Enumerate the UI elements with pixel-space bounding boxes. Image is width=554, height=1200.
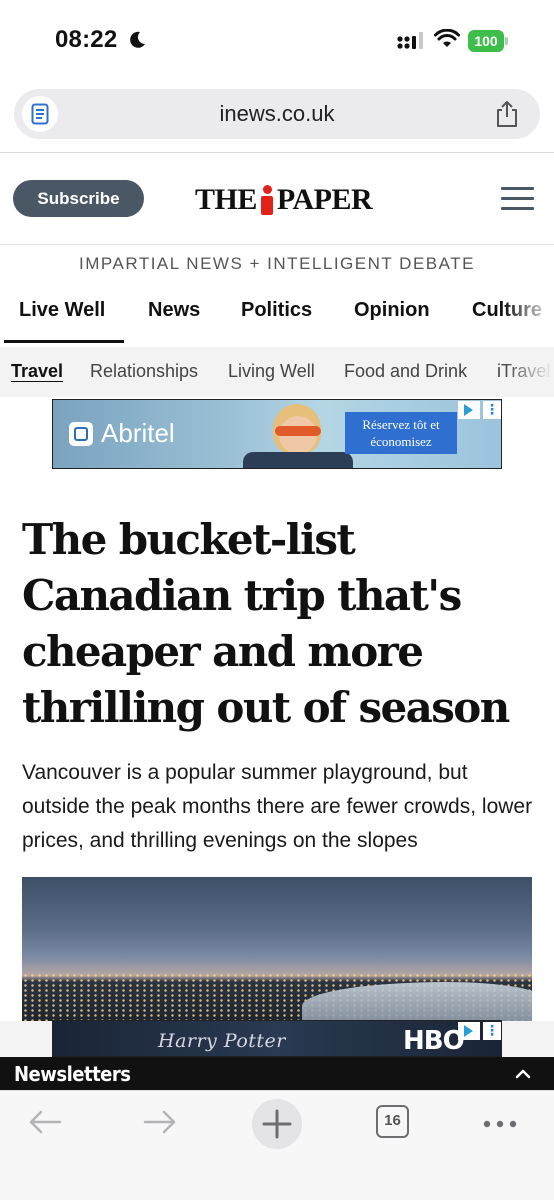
sub-nav: Travel Relationships Living Well Food an…	[0, 347, 554, 397]
sub-nav-relationships[interactable]: Relationships	[90, 361, 198, 382]
logo-text-the: THE	[195, 183, 257, 216]
chevron-up-icon[interactable]	[514, 1065, 532, 1083]
advertisement-banner-bottom[interactable]: Harry Potter HBO ⋮	[52, 1020, 502, 1057]
nav-item-news[interactable]: News	[148, 299, 200, 322]
article-standfirst: Vancouver is a popular summer playground…	[22, 761, 533, 852]
adchoices-icon[interactable]	[458, 401, 480, 419]
status-bar: 08:22 100	[0, 0, 554, 80]
ad-image	[243, 400, 353, 468]
browser-toolbar: 16	[0, 1090, 554, 1200]
main-nav: Live Well News Politics Opinion Culture	[0, 296, 554, 344]
ad-cta-line1: Réservez tôt et	[362, 417, 440, 432]
tabs-button[interactable]: 16	[376, 1105, 409, 1138]
ad-cta-button[interactable]: Réservez tôt et économisez	[345, 412, 457, 454]
moon-icon	[130, 31, 145, 48]
share-icon[interactable]	[494, 100, 520, 128]
article-hero-image[interactable]	[22, 877, 532, 1022]
forward-arrow-icon[interactable]	[143, 1110, 177, 1134]
wifi-icon	[434, 29, 460, 47]
newsletters-label: Newsletters	[14, 1062, 131, 1086]
sub-nav-food-and-drink[interactable]: Food and Drink	[344, 361, 467, 382]
nav-item-politics[interactable]: Politics	[241, 299, 312, 322]
site-logo[interactable]: THE PAPER	[195, 182, 373, 218]
cellular-signal-icon	[397, 32, 423, 49]
sub-nav-fade	[504, 347, 554, 397]
ad-options-icon[interactable]: ⋮	[483, 401, 501, 419]
subscribe-button[interactable]: Subscribe	[13, 180, 144, 217]
menu-icon[interactable]	[501, 187, 534, 211]
active-nav-indicator	[4, 340, 124, 343]
ad-title: Harry Potter	[158, 1030, 286, 1052]
abritel-logo-icon	[69, 422, 93, 446]
nav-item-live-well[interactable]: Live Well	[19, 299, 105, 322]
nav-fade	[504, 296, 554, 340]
ad-options-icon[interactable]: ⋮	[483, 1022, 501, 1040]
battery-tip	[505, 37, 508, 45]
ad-brand: Abritel	[101, 418, 175, 448]
nav-item-opinion[interactable]: Opinion	[354, 299, 430, 322]
new-tab-button[interactable]	[252, 1099, 302, 1149]
divider	[0, 152, 554, 153]
site-tagline: IMPARTIAL NEWS + INTELLIGENT DEBATE	[79, 254, 475, 273]
url-text[interactable]: inews.co.uk	[14, 101, 540, 127]
logo-i-mark	[259, 185, 275, 215]
article-headline: The bucket-list Canadian trip that's che…	[22, 515, 510, 732]
plus-icon	[262, 1109, 292, 1139]
back-arrow-icon[interactable]	[28, 1110, 62, 1134]
logo-text-paper: PAPER	[276, 183, 373, 216]
advertisement-banner[interactable]: Abritel Réservez tôt et économisez ⋮	[52, 399, 502, 469]
sub-nav-travel[interactable]: Travel	[11, 361, 63, 382]
ad-network: HBO	[403, 1026, 465, 1056]
ad-cta-line2: économisez	[370, 434, 432, 449]
newsletters-bar[interactable]: Newsletters	[0, 1057, 554, 1090]
address-bar[interactable]: inews.co.uk	[14, 89, 540, 139]
status-time: 08:22	[55, 26, 118, 53]
battery-level: 100	[468, 30, 504, 52]
sub-nav-living-well[interactable]: Living Well	[228, 361, 315, 382]
divider	[0, 244, 554, 245]
more-icon[interactable]	[483, 1120, 517, 1128]
battery-indicator: 100	[468, 30, 508, 52]
adchoices-icon[interactable]	[458, 1022, 480, 1040]
